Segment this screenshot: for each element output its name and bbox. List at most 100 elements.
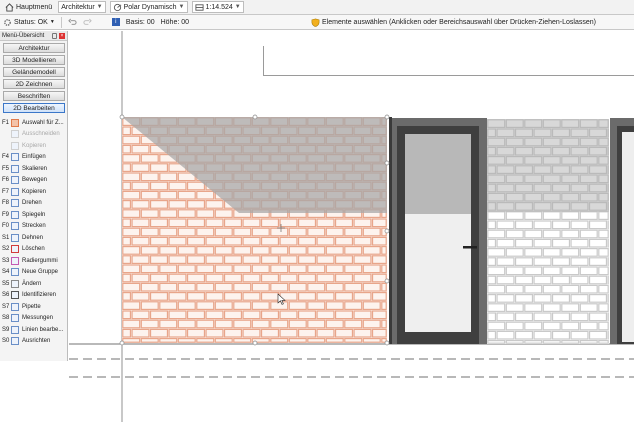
selection-handle [384,340,390,346]
mode-architektur-button[interactable]: Architektur [3,43,65,53]
tool-label: Dehnen [22,234,44,241]
tool-row[interactable]: S6 Identifizieren [0,290,67,302]
mode-gelaendemodell-button[interactable]: Geländemodell [3,67,65,77]
tool-row[interactable]: F8 Drehen [0,198,67,210]
tool-row[interactable]: F9 Spiegeln [0,209,67,221]
status-label: Status: OK [14,18,48,26]
drawing-svg [69,31,634,422]
measure-icon [11,314,19,323]
selection-handle [119,114,125,120]
tool-shortcut: S2 [2,246,10,253]
pipette-icon [11,302,19,311]
scale-grid-icon [194,3,204,11]
tool-row[interactable]: F5 Skalieren [0,163,67,175]
tool-label: Ausschneiden [22,131,60,138]
tool-list: F1 Auswahl für Z... Ausschneiden Kopieren F4… [0,117,67,347]
selection-handle [119,340,125,346]
tool-label: Einfügen [22,154,46,161]
tool-row[interactable]: F6 Bewegen [0,175,67,187]
move-icon [11,176,19,185]
tool-shortcut: F5 [2,165,10,172]
tool-row[interactable]: S5 Ändern [0,278,67,290]
tool-label: Messungen [22,315,54,322]
mirror-icon [11,210,19,219]
base-label: Basis: 00 [125,18,155,26]
main-menu-button[interactable]: Hauptmenü [3,1,54,13]
tool-shortcut: S6 [2,292,10,299]
selection-handle [384,228,390,234]
tool-shortcut: S3 [2,257,10,264]
tool-label: Ändern [22,280,42,287]
tool-label: Löschen [22,246,45,253]
tool-row[interactable]: S1 Dehnen [0,232,67,244]
mode-2d-bearbeiten-button[interactable]: 2D Bearbeiten [3,103,65,113]
scale-value: 1:14.524 [205,3,233,11]
tool-row[interactable]: S3 Radiergummi [0,255,67,267]
tool-row[interactable]: F1 Auswahl für Z... [0,117,67,129]
scale-icon [11,164,19,173]
tool-row[interactable]: Kopieren [0,140,67,152]
mode-3d-modellieren-button[interactable]: 3D Modellieren [3,55,65,65]
redo-button[interactable] [83,16,92,28]
tool-shortcut: S7 [2,303,10,310]
tool-shortcut: F7 [2,188,10,195]
selection-icon [11,118,19,127]
tool-row[interactable]: F4 Einfügen [0,152,67,164]
tool-shortcut: F4 [2,154,10,161]
tool-label: Ausrichten [22,338,51,345]
tool-row[interactable]: S7 Pipette [0,301,67,313]
info-icon-wrap[interactable]: i [111,16,120,28]
extend-icon [11,233,19,242]
workspace-value: Architektur [61,3,95,11]
tool-label: Auswahl für Z... [22,119,64,126]
hint-text: Elemente auswählen (Anklicken oder Berei… [322,18,596,26]
menu-overview-panel: Menü-Übersicht × Architektur 3D Modellie… [0,31,68,361]
tool-label: Bewegen [22,177,48,184]
mode-beschriften-button[interactable]: Beschriften [3,91,65,101]
selection-handle [252,114,258,120]
tool-label: Identifizieren [22,292,57,299]
shadow-region-right [487,119,609,212]
status-indicator[interactable]: Status: OK ▼ [3,16,55,28]
selection-shield-icon [311,18,320,27]
undo-button[interactable] [68,16,77,28]
chevron-down-icon: ▼ [96,4,103,10]
snap-mode-select[interactable]: Polar Dynamisch ▼ [109,1,188,13]
rotate-icon [11,199,19,208]
delete-icon [11,245,19,254]
group-icon [11,268,19,277]
selection-handle [384,114,390,120]
tool-shortcut: S9 [2,326,10,333]
tool-row[interactable]: F0 Strecken [0,221,67,233]
tool-row[interactable]: S4 Neue Gruppe [0,267,67,279]
scale-select[interactable]: 1:14.524 ▼ [191,1,244,13]
tool-shortcut: S8 [2,315,10,322]
tool-row[interactable]: F7 Kopieren [0,186,67,198]
tool-row[interactable]: S2 Löschen [0,244,67,256]
tool-row[interactable]: Ausschneiden [0,129,67,141]
drawing-canvas[interactable] [69,31,634,422]
panel-title: Menü-Übersicht [2,32,45,39]
tool-row[interactable]: S0 Ausrichten [0,336,67,348]
tool-label: Skalieren [22,165,48,172]
mode-2d-zeichnen-button[interactable]: 2D Zeichnen [3,79,65,89]
door-glass-shadow [405,134,471,214]
workspace-select[interactable]: Architektur ▼ [58,1,106,13]
chevron-down-icon: ▼ [234,4,241,10]
tool-label: Neue Gruppe [22,269,59,276]
cut-icon [11,130,19,139]
tool-row[interactable]: S9 Linien bearbe... [0,324,67,336]
wall-edge-left [389,117,392,344]
pin-icon[interactable] [52,32,57,39]
tool-row[interactable]: S8 Messungen [0,313,67,325]
close-icon[interactable]: × [59,32,65,39]
align-icon [11,337,19,346]
tool-shortcut: F8 [2,200,10,207]
tool-label: Drehen [22,200,42,207]
copy-icon [11,141,19,150]
hint-area: Elemente auswählen (Anklicken oder Berei… [311,16,596,28]
tool-label: Strecken [22,223,46,230]
redo-icon [83,18,92,25]
tool-label: Radiergummi [22,257,58,264]
tool-label: Kopieren [22,142,47,149]
